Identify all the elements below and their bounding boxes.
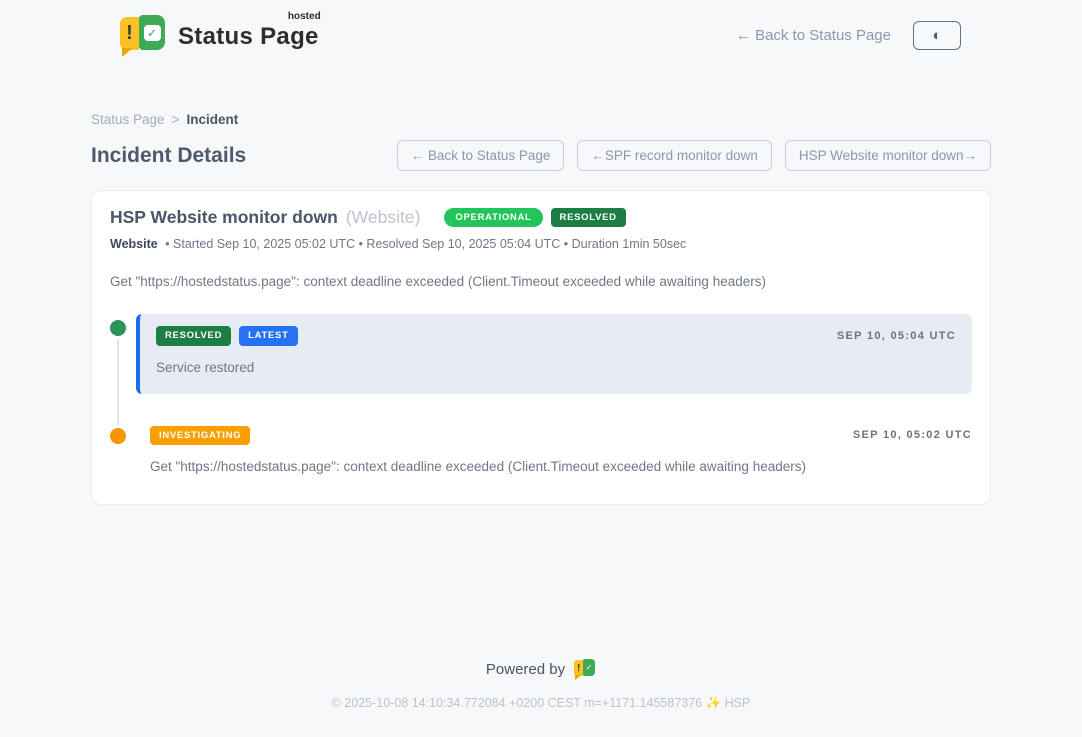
timeline-entry-badges: INVESTIGATING bbox=[150, 426, 250, 446]
exclamation-icon: ! bbox=[120, 17, 139, 50]
timeline-message: Get "https://hostedstatus.page": context… bbox=[150, 459, 972, 474]
timeline-entry-resolved: RESOLVED LATEST SEP 10, 05:04 UTC Servic… bbox=[110, 314, 972, 394]
incident-nav-buttons: ← Back to Status Page ←SPF record monito… bbox=[397, 140, 991, 171]
logo-green-panel: ✓ bbox=[139, 15, 165, 50]
brand-logo[interactable]: ! ✓ Status Page hosted bbox=[120, 15, 319, 55]
incident-card: HSP Website monitor down (Website) OPERA… bbox=[91, 190, 991, 505]
header: ! ✓ Status Page hosted ← Back to Status … bbox=[0, 0, 1082, 65]
checkmark-icon: ✓ bbox=[583, 659, 595, 676]
breadcrumb-separator: > bbox=[172, 112, 180, 127]
status-page-logo-icon: ! ✓ bbox=[120, 15, 166, 55]
next-incident-button[interactable]: HSP Website monitor down→ bbox=[785, 140, 991, 171]
logo-bubble-tail bbox=[122, 48, 133, 57]
title-row: Incident Details ← Back to Status Page ←… bbox=[91, 140, 991, 171]
resolved-badge: RESOLVED bbox=[156, 326, 231, 346]
page-title: Incident Details bbox=[91, 144, 246, 168]
back-to-status-page-link[interactable]: ← Back to Status Page bbox=[736, 27, 891, 44]
resolved-status-badge: RESOLVED bbox=[551, 208, 626, 228]
incident-title-row: HSP Website monitor down (Website) OPERA… bbox=[110, 207, 972, 228]
meta-component-name: Website bbox=[110, 237, 158, 251]
theme-toggle-button[interactable]: ◐ bbox=[913, 21, 961, 50]
half-circle-icon: ◐ bbox=[932, 28, 941, 43]
breadcrumb-current: Incident bbox=[186, 112, 238, 127]
timeline-entry-investigating: INVESTIGATING SEP 10, 05:02 UTC Get "htt… bbox=[110, 424, 972, 475]
checkmark-icon: ✓ bbox=[144, 25, 161, 41]
back-to-status-page-button[interactable]: ← Back to Status Page bbox=[397, 140, 565, 171]
timeline-entry-badges: RESOLVED LATEST bbox=[156, 326, 298, 346]
timeline-entry-head: INVESTIGATING SEP 10, 05:02 UTC bbox=[150, 426, 972, 446]
brand-text: Status Page hosted bbox=[178, 15, 319, 51]
powered-by-label: Powered by bbox=[486, 661, 565, 678]
timeline-message: Service restored bbox=[156, 360, 956, 375]
operational-status-badge: OPERATIONAL bbox=[444, 208, 542, 228]
timeline-entry-box: RESOLVED LATEST SEP 10, 05:04 UTC Servic… bbox=[136, 314, 972, 394]
timeline-timestamp: SEP 10, 05:04 UTC bbox=[837, 330, 956, 342]
incident-title: HSP Website monitor down bbox=[110, 207, 338, 228]
incident-meta: Website • Started Sep 10, 2025 05:02 UTC… bbox=[110, 237, 972, 251]
header-actions: ← Back to Status Page ◐ bbox=[736, 21, 961, 50]
brand-name: Status Page bbox=[178, 23, 319, 50]
status-page-mini-logo-icon: ! ✓ bbox=[574, 659, 596, 679]
footer: Powered by ! ✓ © 2025-10-08 14:10:34.772… bbox=[0, 659, 1082, 737]
powered-by[interactable]: Powered by ! ✓ bbox=[486, 659, 596, 679]
incident-timeline: RESOLVED LATEST SEP 10, 05:04 UTC Servic… bbox=[110, 314, 972, 474]
logo-bubble-tail bbox=[575, 675, 581, 680]
brand-superscript: hosted bbox=[288, 11, 321, 22]
timeline-dot-orange bbox=[110, 428, 126, 444]
copyright-text: © 2025-10-08 14:10:34.772084 +0200 CEST … bbox=[0, 696, 1082, 711]
exclamation-icon: ! bbox=[574, 660, 583, 676]
timeline-timestamp: SEP 10, 05:02 UTC bbox=[853, 429, 972, 441]
incident-description: Get "https://hostedstatus.page": context… bbox=[110, 274, 972, 289]
timeline-entry-head: RESOLVED LATEST SEP 10, 05:04 UTC bbox=[156, 326, 956, 346]
breadcrumb: Status Page > Incident bbox=[91, 112, 991, 127]
timeline-entry-plain: INVESTIGATING SEP 10, 05:02 UTC Get "htt… bbox=[136, 424, 972, 475]
prev-incident-button[interactable]: ←SPF record monitor down bbox=[577, 140, 772, 171]
investigating-badge: INVESTIGATING bbox=[150, 426, 250, 446]
meta-timing-info: • Started Sep 10, 2025 05:02 UTC • Resol… bbox=[165, 237, 686, 251]
incident-component: (Website) bbox=[346, 207, 421, 228]
breadcrumb-root[interactable]: Status Page bbox=[91, 112, 165, 127]
timeline-dot-green bbox=[110, 320, 126, 336]
main-content: Status Page > Incident Incident Details … bbox=[91, 112, 991, 505]
latest-badge: LATEST bbox=[239, 326, 297, 346]
